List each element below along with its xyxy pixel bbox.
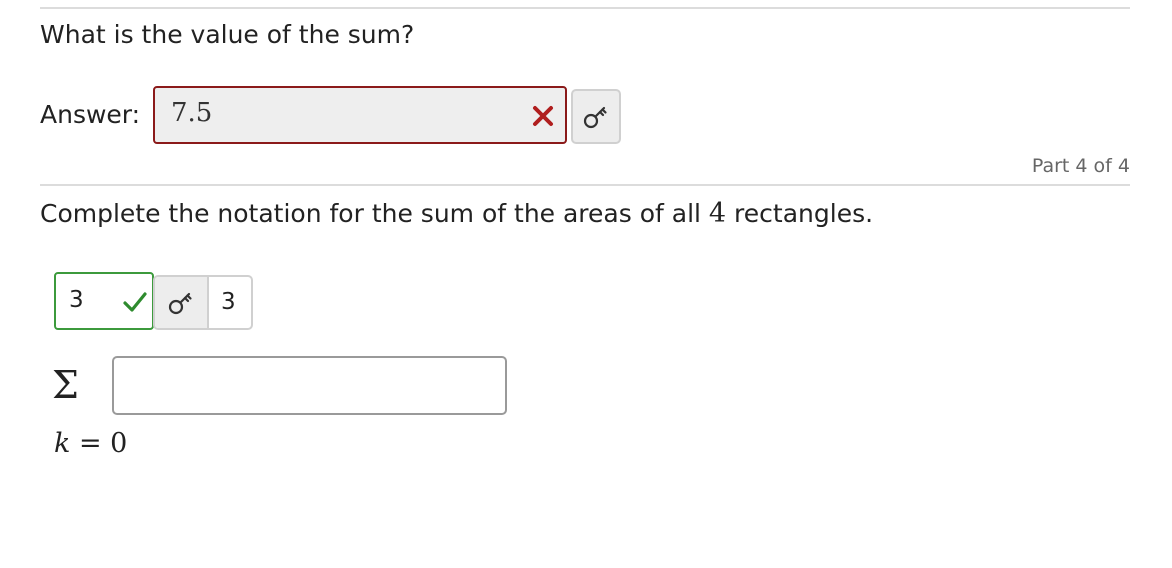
question-sum-value: What is the value of the sum? bbox=[40, 20, 415, 49]
upper-limit-key-value: 3 bbox=[221, 289, 236, 315]
lower-limit-value: 0 bbox=[110, 428, 128, 459]
answer-key-icon bbox=[168, 292, 192, 314]
answer-value: 7.5 bbox=[171, 98, 213, 128]
lower-limit: k = 0 bbox=[54, 428, 127, 459]
upper-limit-input[interactable]: 3 bbox=[54, 272, 154, 330]
answer-key-icon bbox=[583, 106, 607, 128]
lower-limit-equals: = bbox=[70, 428, 111, 459]
question-sum-notation: Complete the notation for the sum of the… bbox=[40, 198, 874, 229]
part-indicator: Part 4 of 4 bbox=[1031, 155, 1130, 177]
sigma-symbol: Σ bbox=[52, 363, 79, 407]
answer-key-button[interactable] bbox=[571, 89, 621, 144]
upper-limit-value: 3 bbox=[69, 287, 84, 313]
upper-limit-key-button[interactable] bbox=[155, 277, 209, 328]
summand-input[interactable] bbox=[112, 356, 507, 415]
answer-label: Answer: bbox=[40, 100, 141, 129]
x-mark-icon bbox=[533, 106, 553, 126]
lower-limit-variable: k bbox=[54, 428, 71, 459]
part-divider bbox=[40, 184, 1130, 186]
answer-input[interactable]: 7.5 bbox=[153, 86, 567, 144]
top-divider bbox=[40, 7, 1130, 9]
check-mark-icon bbox=[123, 292, 147, 312]
rectangle-count: 4 bbox=[708, 198, 727, 229]
upper-limit-key-group: 3 bbox=[153, 275, 253, 330]
